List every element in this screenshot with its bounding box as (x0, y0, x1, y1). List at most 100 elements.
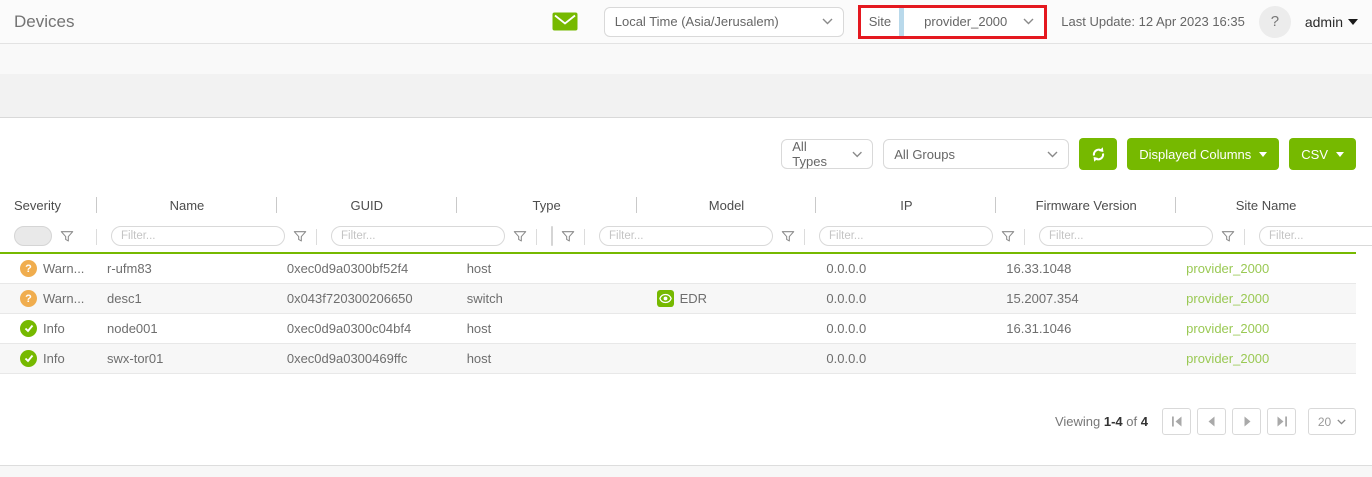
site-name-link[interactable]: provider_2000 (1176, 261, 1356, 276)
filter-cell-firmware (1025, 220, 1245, 252)
funnel-icon[interactable] (561, 230, 575, 243)
type-filter-value: All Types (792, 139, 842, 169)
first-page-icon (1171, 416, 1183, 427)
guid-cell: 0x043f720300206650 (277, 291, 457, 306)
type-filter-disabled (551, 226, 553, 246)
sub-header-band (0, 44, 1372, 74)
filter-cell-sitename (1245, 220, 1372, 252)
header-right: Local Time (Asia/Jerusalem) Site provide… (552, 5, 1358, 39)
column-header-severity[interactable]: Severity (0, 190, 97, 220)
severity-text: Info (43, 321, 65, 336)
site-name-link[interactable]: provider_2000 (1176, 321, 1356, 336)
model-cell: EDR (637, 290, 817, 307)
column-header-model[interactable]: Model (637, 190, 817, 220)
chevron-down-icon (822, 18, 833, 25)
info-check-icon (20, 320, 37, 337)
funnel-icon[interactable] (293, 230, 307, 243)
chevron-down-icon (1348, 19, 1358, 25)
page-size-value: 20 (1318, 415, 1331, 429)
site-label: Site (861, 8, 899, 36)
column-header-guid[interactable]: GUID (277, 190, 457, 220)
column-header-sitename[interactable]: Site Name (1176, 190, 1356, 220)
refresh-button[interactable] (1079, 138, 1117, 170)
refresh-icon (1090, 146, 1107, 163)
ip-cell: 0.0.0.0 (816, 261, 996, 276)
site-select[interactable]: provider_2000 (904, 8, 1044, 36)
funnel-icon[interactable] (781, 230, 795, 243)
severity-text: Warn... (43, 291, 84, 306)
column-header-firmware[interactable]: Firmware Version (996, 190, 1176, 220)
column-header-ip[interactable]: IP (816, 190, 996, 220)
funnel-icon[interactable] (513, 230, 527, 243)
filter-cell-severity (0, 220, 97, 252)
ip-cell: 0.0.0.0 (816, 321, 996, 336)
name-filter-input[interactable] (111, 226, 285, 246)
pagination: Viewing 1-4 of 4 20 (1055, 408, 1356, 435)
severity-filter-disabled (14, 226, 52, 246)
site-select-highlighted[interactable]: Site provider_2000 (858, 5, 1048, 39)
first-page-button[interactable] (1162, 408, 1191, 435)
next-page-button[interactable] (1232, 408, 1261, 435)
filter-cell-type (537, 220, 585, 252)
funnel-icon[interactable] (60, 230, 74, 243)
firmware-filter-input[interactable] (1039, 226, 1213, 246)
model-text: EDR (680, 291, 707, 306)
table-row[interactable]: ? Warn... r-ufm83 0xec0d9a0300bf52f4 hos… (0, 254, 1356, 284)
model-filter-input[interactable] (599, 226, 773, 246)
user-name: admin (1305, 14, 1343, 30)
table-row[interactable]: ? Warn... desc1 0x043f720300206650 switc… (0, 284, 1356, 314)
page-title: Devices (14, 12, 74, 32)
last-page-button[interactable] (1267, 408, 1296, 435)
funnel-icon[interactable] (1221, 230, 1235, 243)
guid-cell: 0xec0d9a0300c04bf4 (277, 321, 457, 336)
last-page-icon (1276, 416, 1288, 427)
table-row[interactable]: Info node001 0xec0d9a0300c04bf4 host 0.0… (0, 314, 1356, 344)
site-name-link[interactable]: provider_2000 (1176, 351, 1356, 366)
type-filter-select[interactable]: All Types (781, 139, 873, 169)
info-check-icon (20, 350, 37, 367)
previous-page-icon (1208, 416, 1216, 427)
last-update-text: Last Update: 12 Apr 2023 16:35 (1061, 14, 1245, 29)
type-cell: switch (457, 291, 637, 306)
help-button[interactable]: ? (1259, 6, 1291, 38)
guid-cell: 0xec0d9a0300bf52f4 (277, 261, 457, 276)
severity-text: Warn... (43, 261, 84, 276)
tabs-band (0, 74, 1372, 118)
viewing-total: 4 (1141, 414, 1148, 429)
displayed-columns-button[interactable]: Displayed Columns (1127, 138, 1279, 170)
name-cell: r-ufm83 (97, 261, 277, 276)
warning-icon: ? (20, 290, 37, 307)
user-menu[interactable]: admin (1305, 14, 1358, 30)
site-name-link[interactable]: provider_2000 (1176, 291, 1356, 306)
column-header-type[interactable]: Type (457, 190, 637, 220)
table-toolbar: All Types All Groups Displayed Columns C… (0, 138, 1356, 170)
name-cell: node001 (97, 321, 277, 336)
timezone-select[interactable]: Local Time (Asia/Jerusalem) (604, 7, 844, 37)
csv-label: CSV (1301, 147, 1328, 162)
severity-cell: ? Warn... (0, 290, 97, 307)
firmware-cell: 16.33.1048 (996, 261, 1176, 276)
table-row[interactable]: Info swx-tor01 0xec0d9a0300469ffc host 0… (0, 344, 1356, 374)
table-filter-row (0, 220, 1356, 254)
previous-page-button[interactable] (1197, 408, 1226, 435)
csv-export-button[interactable]: CSV (1289, 138, 1356, 170)
column-header-name[interactable]: Name (97, 190, 277, 220)
funnel-icon[interactable] (1001, 230, 1015, 243)
footer-band (0, 465, 1372, 477)
type-cell: host (457, 351, 637, 366)
guid-filter-input[interactable] (331, 226, 505, 246)
page-size-select[interactable]: 20 (1308, 408, 1356, 435)
ip-filter-input[interactable] (819, 226, 993, 246)
group-filter-select[interactable]: All Groups (883, 139, 1069, 169)
main-content: All Types All Groups Displayed Columns C… (0, 118, 1372, 465)
type-cell: host (457, 261, 637, 276)
mail-icon[interactable] (552, 12, 578, 31)
timezone-select-value: Local Time (Asia/Jerusalem) (615, 14, 779, 29)
firmware-cell: 15.2007.354 (996, 291, 1176, 306)
sitename-filter-input[interactable] (1259, 226, 1372, 246)
filter-cell-model (585, 220, 805, 252)
devices-table: Severity Name GUID Type Model IP Firmwar… (0, 190, 1356, 374)
chevron-down-icon (852, 151, 862, 158)
filter-cell-ip (805, 220, 1025, 252)
severity-cell: Info (0, 320, 97, 337)
